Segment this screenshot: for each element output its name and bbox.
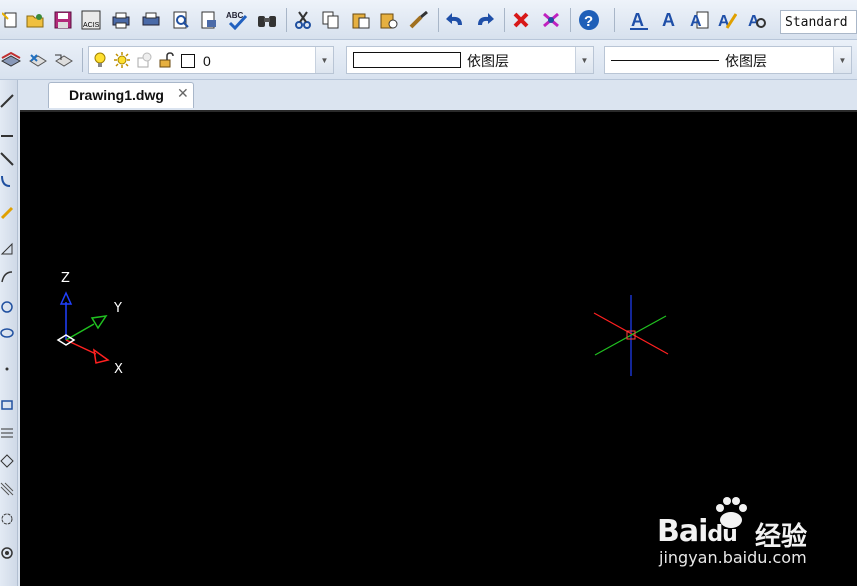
print-icon[interactable] xyxy=(140,9,162,31)
toolbar-separator xyxy=(82,48,83,72)
publish-icon[interactable] xyxy=(198,9,220,31)
chevron-down-icon[interactable]: ▼ xyxy=(575,47,593,73)
text-style-icon[interactable]: A xyxy=(628,9,650,31)
revcloud-icon[interactable] xyxy=(0,512,14,526)
layer-viewport-freeze-icon[interactable] xyxy=(137,52,153,73)
ray-icon[interactable] xyxy=(0,128,14,142)
layer-properties-toolbar: 0 ▼ 依图层 ▼ 依图层 ▼ xyxy=(0,40,857,80)
paw-icon xyxy=(716,497,747,528)
layer-color-swatch[interactable] xyxy=(181,54,195,68)
acis-icon[interactable]: ACIS xyxy=(80,9,102,31)
toolbar-separator xyxy=(286,8,287,32)
layer-on-icon[interactable] xyxy=(93,52,107,73)
tab-drawing1[interactable]: Drawing1.dwg ✕ xyxy=(48,82,194,108)
linetype-sample xyxy=(611,60,719,61)
svg-text:A: A xyxy=(690,13,702,30)
toolbar-separator xyxy=(570,8,571,32)
linetype-combo[interactable]: 依图层 ▼ xyxy=(604,46,852,74)
purge-icon[interactable] xyxy=(540,9,562,31)
multiline-text-icon[interactable]: A xyxy=(688,9,710,31)
ellipse-icon[interactable] xyxy=(0,326,14,340)
tab-title: Drawing1.dwg xyxy=(69,87,164,103)
xline-icon[interactable] xyxy=(0,152,14,166)
layer-manager-icon[interactable] xyxy=(0,50,22,70)
spellcheck-label: ABC xyxy=(226,11,244,20)
match-properties-icon[interactable] xyxy=(408,9,430,31)
layer-previous-icon[interactable] xyxy=(52,50,74,70)
arc-icon[interactable] xyxy=(0,270,14,284)
layer-delete-icon[interactable] xyxy=(26,50,48,70)
y-axis-arrow xyxy=(90,315,108,330)
polygon-icon[interactable] xyxy=(0,242,14,256)
donut-icon[interactable] xyxy=(0,546,14,560)
color-combo[interactable]: 依图层 ▼ xyxy=(346,46,594,74)
rectangle-icon[interactable] xyxy=(0,398,14,412)
layer-thaw-icon[interactable] xyxy=(113,52,131,73)
point-icon[interactable] xyxy=(0,362,14,376)
toolbar-separator xyxy=(504,8,505,32)
polyline-icon[interactable] xyxy=(0,174,14,188)
cut-icon[interactable] xyxy=(292,9,314,31)
y-axis-label: Y xyxy=(114,301,122,316)
x-axis-arrow xyxy=(92,348,110,364)
acis-label: ACIS xyxy=(83,22,100,29)
cad-window: ACIS ABC ? A A A A A Standard 0 ▼ 依图层 ▼ … xyxy=(0,0,857,586)
edit-text-icon[interactable]: A xyxy=(716,9,738,31)
color-swatch xyxy=(353,52,461,68)
line-icon[interactable] xyxy=(0,94,14,108)
paste-special-icon[interactable] xyxy=(378,9,400,31)
svg-text:?: ? xyxy=(584,13,593,30)
linetype-label: 依图层 xyxy=(725,53,767,69)
layer-combo[interactable]: 0 ▼ xyxy=(88,46,334,74)
svg-text:A: A xyxy=(631,10,644,30)
x-axis-label: X xyxy=(114,362,123,377)
save-icon[interactable] xyxy=(52,9,74,31)
watermark-url: jingyan.baidu.com xyxy=(659,548,807,567)
standard-toolbar: ACIS ABC ? A A A A A Standard xyxy=(0,0,857,40)
print-preview-icon[interactable] xyxy=(170,9,192,31)
toolbar-separator xyxy=(438,8,439,32)
hatch-icon[interactable] xyxy=(0,426,14,440)
open-icon[interactable] xyxy=(24,9,46,31)
undo-icon[interactable] xyxy=(444,9,466,31)
draw-toolbar xyxy=(0,80,18,586)
color-label: 依图层 xyxy=(467,53,509,69)
text-icon[interactable]: A xyxy=(658,9,680,31)
chevron-down-icon[interactable]: ▼ xyxy=(315,47,333,73)
text-style-combo[interactable]: Standard xyxy=(780,10,857,34)
ucs-icon xyxy=(56,291,110,364)
paste-icon[interactable] xyxy=(350,9,372,31)
toolbar-separator xyxy=(614,8,615,32)
chevron-down-icon[interactable]: ▼ xyxy=(833,47,851,73)
copy-icon[interactable] xyxy=(320,9,342,31)
new-icon[interactable] xyxy=(0,9,22,31)
region-icon[interactable] xyxy=(0,454,14,468)
baidu-watermark: Baidu 经验 jingyan.baidu.com xyxy=(655,492,855,582)
spellcheck-icon[interactable]: ABC xyxy=(226,9,248,31)
delete-icon[interactable] xyxy=(510,9,532,31)
redo-icon[interactable] xyxy=(474,9,496,31)
circle-icon[interactable] xyxy=(0,300,14,314)
z-axis-label: Z xyxy=(61,271,70,286)
document-tab-bar: Drawing1.dwg ✕ xyxy=(18,80,857,108)
close-icon[interactable]: ✕ xyxy=(177,85,189,102)
svg-text:A: A xyxy=(662,10,675,30)
crosshair-cursor xyxy=(593,295,669,376)
layer-name: 0 xyxy=(203,53,211,69)
find-text-icon[interactable]: A xyxy=(746,9,768,31)
help-icon[interactable]: ? xyxy=(578,9,600,31)
pencil-icon[interactable] xyxy=(0,206,14,220)
gradient-icon[interactable] xyxy=(0,482,14,496)
plot-icon[interactable] xyxy=(110,9,132,31)
find-icon[interactable] xyxy=(256,9,278,31)
layer-unlock-icon[interactable] xyxy=(159,52,175,73)
